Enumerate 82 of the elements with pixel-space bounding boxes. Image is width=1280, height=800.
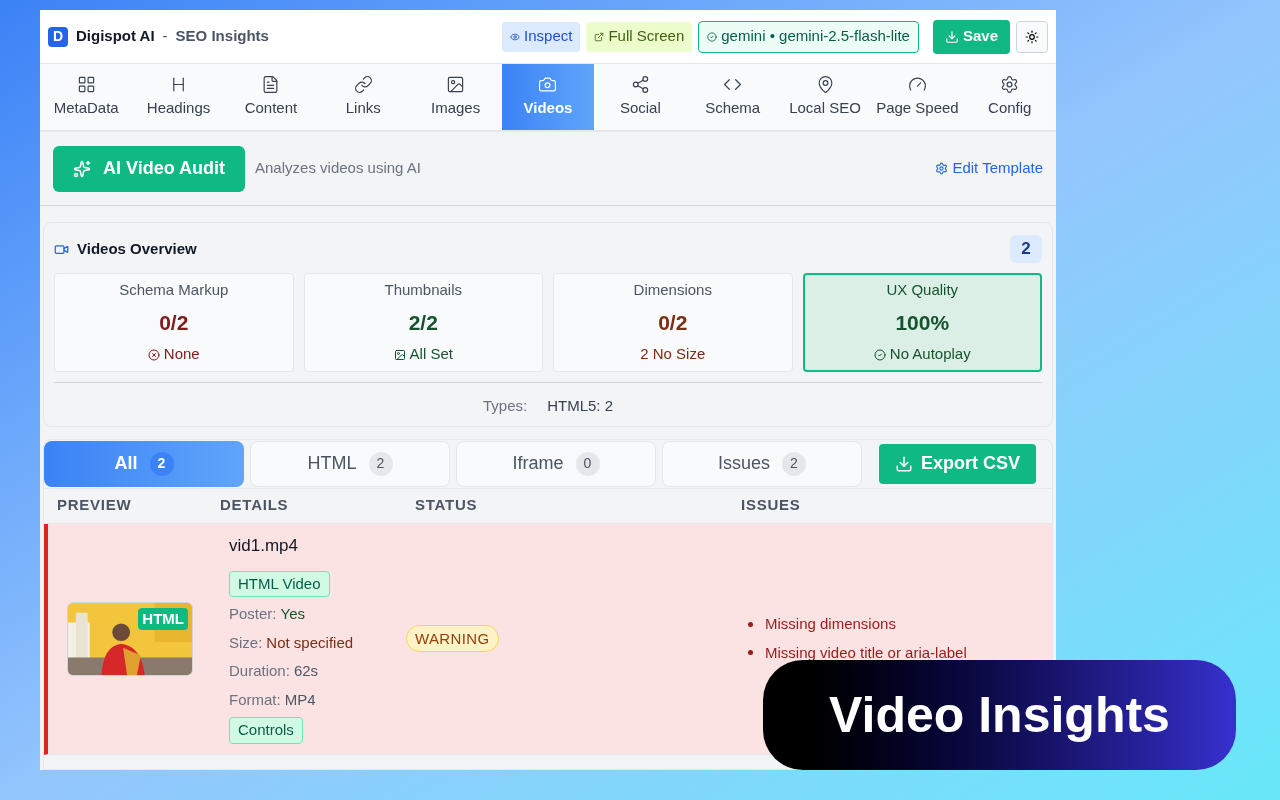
- image-icon: [393, 348, 406, 361]
- stat-label: Thumbnails: [384, 280, 462, 301]
- external-link-icon: [594, 31, 605, 42]
- detail-label: Duration:: [229, 661, 290, 682]
- sparkles-icon: [73, 159, 91, 178]
- issue-text: Missing dimensions: [765, 614, 896, 634]
- overview-title: Videos Overview: [77, 238, 197, 259]
- issue-text: Missing video title or aria-label: [765, 642, 967, 663]
- count-badge: 2: [782, 451, 806, 476]
- link-icon: [353, 74, 373, 94]
- warning-badge: WARNING: [406, 624, 499, 652]
- nav-tab[interactable]: Links: [317, 64, 410, 130]
- column-header: PREVIEW: [56, 495, 133, 516]
- check-circle-icon: [707, 31, 718, 42]
- filter-tab[interactable]: Issues 2: [662, 440, 862, 487]
- detail-label: Poster:: [229, 604, 277, 625]
- video-count-badge: 2: [1010, 235, 1042, 263]
- video-file-name: vid1.mp4: [229, 535, 298, 558]
- count-badge: 0: [575, 451, 600, 476]
- inspect-button[interactable]: Inspect: [502, 21, 581, 52]
- types-value: HTML5: 2: [547, 396, 613, 416]
- brand-name: Digispot AI: [76, 26, 155, 47]
- theme-toggle-button[interactable]: [1016, 20, 1048, 53]
- detail-value: Not specified: [266, 632, 354, 653]
- filter-tab[interactable]: All 2: [44, 440, 244, 487]
- bullet-icon: [748, 621, 753, 627]
- column-header: ISSUES: [740, 495, 801, 516]
- check-circle-icon: [873, 348, 886, 361]
- page-subtitle: SEO Insights: [175, 26, 269, 47]
- settings-icon: [1000, 74, 1020, 94]
- nav-tab[interactable]: Images: [409, 64, 502, 130]
- nav-tab[interactable]: Local SEO: [778, 64, 872, 130]
- stat-value: 0/2: [658, 309, 688, 336]
- full-screen-button[interactable]: Full Screen: [586, 21, 693, 52]
- download-icon: [944, 29, 959, 44]
- grid-icon: [76, 74, 96, 94]
- count-badge: 2: [149, 451, 174, 476]
- detail-value: Yes: [280, 604, 305, 625]
- detail-value: MP4: [284, 689, 316, 710]
- stat-label: Schema Markup: [119, 280, 229, 301]
- feature-tag: Controls: [229, 717, 303, 744]
- nav-tab[interactable]: Headings: [132, 64, 225, 130]
- count-badge: 2: [368, 451, 393, 476]
- share-icon: [630, 74, 650, 94]
- stat-value: 2/2: [408, 309, 438, 336]
- bullet-icon: [748, 650, 753, 656]
- nav-tab[interactable]: Content: [224, 64, 318, 130]
- stat-note: No Autoplay: [889, 344, 971, 365]
- edit-template-link[interactable]: Edit Template: [935, 157, 1043, 180]
- video-insights-banner: Video Insights: [763, 660, 1236, 770]
- type-tag: HTML Video: [229, 570, 330, 598]
- stat-value: 100%: [895, 309, 950, 336]
- eye-icon: [510, 31, 521, 42]
- audit-description: Analyzes videos using AI: [255, 158, 421, 179]
- nav-tab[interactable]: Config: [963, 64, 1056, 130]
- stat-note: 2 No Size: [640, 344, 706, 365]
- nav-tab[interactable]: Schema: [686, 64, 779, 130]
- sun-icon: [1025, 29, 1039, 44]
- model-badge: gemini • gemini-2.5-flash-lite: [698, 20, 919, 53]
- html-badge: HTML: [138, 607, 188, 630]
- stat-label: UX Quality: [886, 280, 959, 301]
- image-icon: [446, 74, 466, 94]
- detail-label: Format:: [229, 689, 281, 710]
- stat-note: None: [163, 344, 200, 365]
- column-header: DETAILS: [219, 495, 290, 516]
- stat-value: 0/2: [159, 309, 189, 336]
- logo: D: [48, 26, 68, 47]
- nav-tab[interactable]: Page Speed: [871, 64, 964, 130]
- download-icon: [894, 454, 913, 473]
- title-separator: -: [162, 26, 168, 47]
- types-label: Types:: [482, 396, 528, 416]
- column-header: STATUS: [414, 495, 479, 516]
- stat-note: All Set: [409, 344, 453, 365]
- filter-tab[interactable]: Iframe 0: [456, 440, 656, 487]
- stat-label: Dimensions: [633, 280, 712, 301]
- filter-tab[interactable]: HTML 2: [250, 440, 450, 487]
- nav-tab[interactable]: Social: [594, 64, 687, 130]
- settings-icon: [935, 162, 949, 175]
- detail-label: Size:: [229, 632, 263, 653]
- nav-tab[interactable]: MetaData: [40, 64, 133, 130]
- x-circle-icon: [147, 348, 160, 361]
- detail-value: 62s: [293, 661, 319, 682]
